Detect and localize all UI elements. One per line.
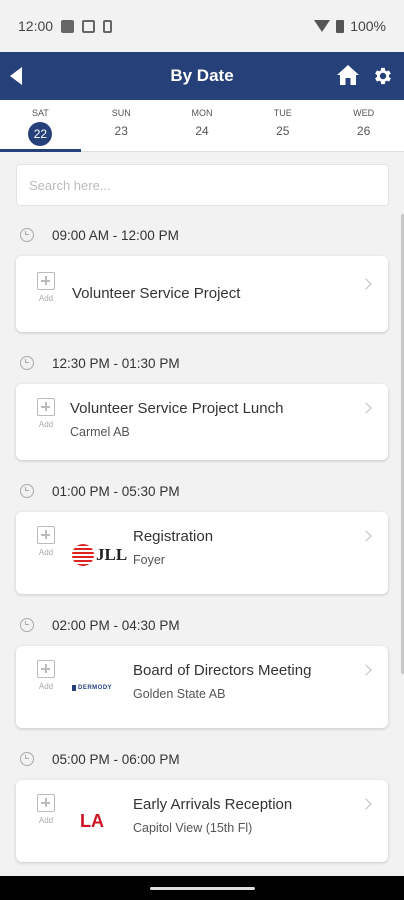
time-slot-header: 05:00 PM - 06:00 PM (0, 738, 404, 780)
status-bar: 12:00 100% (0, 0, 404, 52)
date-tab-sun[interactable]: SUN 23 (81, 100, 162, 151)
event-title: Early Arrivals Reception (133, 796, 293, 813)
clock-icon (20, 752, 34, 766)
home-gesture-handle[interactable] (150, 887, 255, 890)
date-tab-day: 22 (28, 122, 53, 146)
event-card[interactable]: Add DERMODY Board of Directors Meeting G… (16, 646, 388, 728)
date-tab-dow: WED (353, 108, 375, 118)
clock-icon (20, 484, 34, 498)
time-slot-label: 01:00 PM - 05:30 PM (52, 483, 180, 499)
sponsor-logo-text: LA (80, 811, 104, 831)
add-label: Add (38, 548, 54, 557)
time-slot-header: 09:00 AM - 12:00 PM (0, 214, 404, 256)
search-input[interactable] (16, 164, 389, 206)
add-icon (37, 660, 55, 678)
add-button[interactable]: Add (36, 272, 56, 303)
sponsor-logo-la: LA (80, 812, 104, 830)
add-label: Add (38, 420, 54, 429)
battery-icon (336, 19, 345, 33)
sponsor-logo-jll: JLL (72, 544, 127, 566)
date-tab-day: 23 (114, 124, 128, 138)
clock-icon (20, 618, 34, 632)
app-bar: By Date (0, 52, 404, 100)
event-title: Volunteer Service Project (72, 285, 241, 302)
date-tab-dow: SUN (111, 108, 131, 118)
add-icon (37, 398, 55, 416)
add-button[interactable]: Add (36, 660, 56, 691)
event-location: Foyer (133, 553, 165, 567)
event-location: Golden State AB (133, 687, 226, 701)
time-slot-header: 02:00 PM - 04:30 PM (0, 604, 404, 646)
chevron-right-icon (360, 278, 372, 290)
gear-icon[interactable] (372, 65, 394, 87)
add-label: Add (38, 682, 54, 691)
wifi-icon (314, 20, 331, 32)
date-tab-dow: MON (191, 108, 213, 118)
event-card[interactable]: Add Volunteer Service Project Lunch Carm… (16, 384, 388, 460)
date-tab-dow: TUE (273, 108, 292, 118)
time-slot-label: 02:00 PM - 04:30 PM (52, 617, 180, 633)
date-tab-tue[interactable]: TUE 25 (242, 100, 323, 151)
search-container (0, 152, 404, 214)
sponsor-logo-text: JLL (96, 545, 128, 564)
chevron-right-icon (360, 664, 372, 676)
session-list[interactable]: 09:00 AM - 12:00 PM Add Volunteer Servic… (0, 214, 404, 876)
clock-icon (20, 356, 34, 370)
date-strip: SAT 22 SUN 23 MON 24 TUE 25 WED 26 (0, 100, 404, 152)
time-slot-label: 12:30 PM - 01:30 PM (52, 355, 180, 371)
time-slot-label: 05:00 PM - 06:00 PM (52, 751, 180, 767)
date-tab-mon[interactable]: MON 24 (162, 100, 243, 151)
add-label: Add (38, 816, 54, 825)
add-icon (37, 794, 55, 812)
nfc-icon (82, 19, 96, 33)
add-button[interactable]: Add (36, 398, 56, 429)
event-card[interactable]: Add JLL Registration Foyer (16, 512, 388, 594)
home-icon[interactable] (336, 64, 360, 86)
app-icon (61, 19, 75, 33)
date-tab-day: 25 (276, 124, 290, 138)
chevron-right-icon (360, 798, 372, 810)
date-tab-day: 26 (356, 124, 371, 138)
clock-icon (20, 228, 34, 242)
phone-icon (103, 19, 113, 33)
event-title: Volunteer Service Project Lunch (70, 400, 284, 417)
time-slot-header: 12:30 PM - 01:30 PM (0, 342, 404, 384)
event-card[interactable]: Add Volunteer Service Project (16, 256, 388, 332)
event-title: Registration (133, 528, 214, 545)
system-nav-bar (0, 876, 404, 900)
add-label: Add (38, 294, 54, 303)
date-tab-dow: SAT (31, 108, 49, 118)
event-card[interactable]: Add LA Early Arrivals Reception Capitol … (16, 780, 388, 862)
battery-percent: 100% (350, 18, 386, 34)
event-location: Capitol View (15th Fl) (133, 821, 253, 835)
time-slot-header: 01:00 PM - 05:30 PM (0, 470, 404, 512)
date-tab-wed[interactable]: WED 26 (323, 100, 404, 151)
status-time: 12:00 (18, 18, 54, 34)
add-button[interactable]: Add (36, 526, 56, 557)
add-icon (37, 272, 55, 290)
time-slot-label: 09:00 AM - 12:00 PM (52, 227, 179, 243)
event-title: Board of Directors Meeting (133, 662, 312, 679)
event-location: Carmel AB (70, 425, 130, 439)
add-button[interactable]: Add (36, 794, 56, 825)
jll-globe-icon (72, 544, 94, 566)
chevron-right-icon (360, 530, 372, 542)
chevron-right-icon (360, 402, 372, 414)
date-tab-day: 24 (195, 124, 209, 138)
date-tab-sat[interactable]: SAT 22 (0, 100, 81, 152)
sponsor-logo-dermody: DERMODY (72, 685, 112, 691)
add-icon (37, 526, 55, 544)
